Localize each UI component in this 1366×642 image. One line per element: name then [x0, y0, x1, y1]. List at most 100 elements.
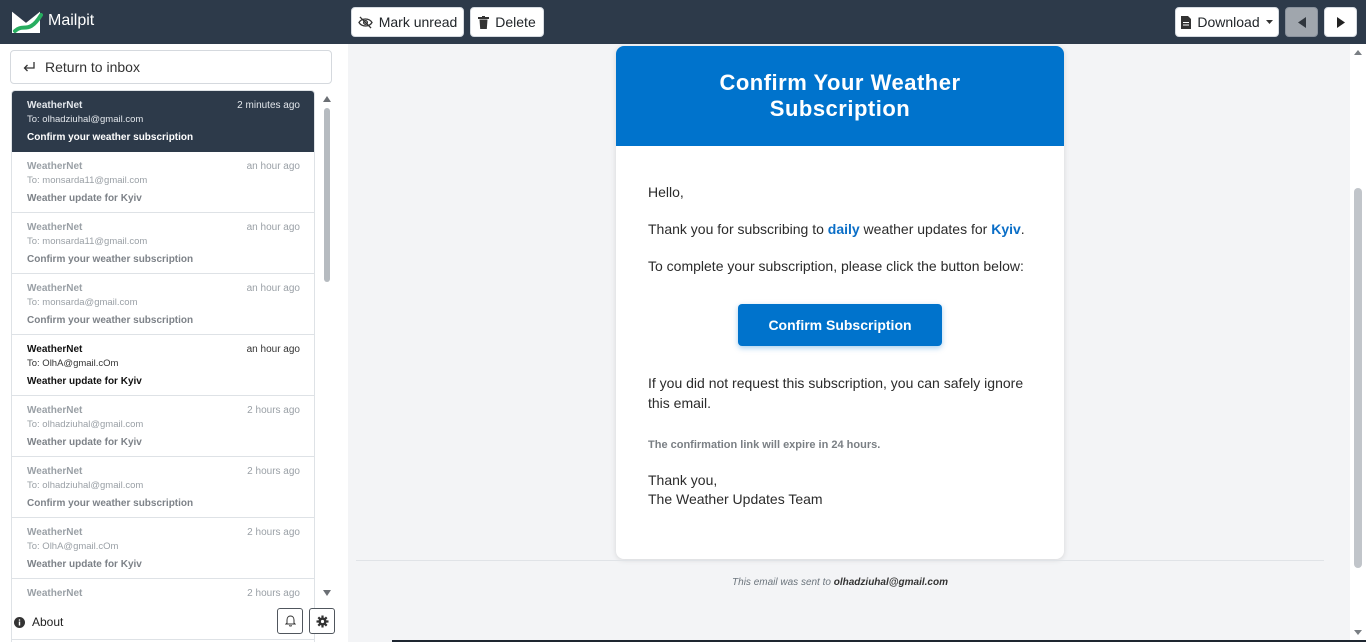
- message-recipient: To: olhadziuhal@gmail.com: [27, 114, 144, 125]
- message-time: 2 hours ago: [247, 588, 300, 599]
- message-time: an hour ago: [246, 283, 300, 294]
- triangle-left-icon: [1297, 16, 1306, 28]
- message-list-item[interactable]: WeatherNet 2 hours ago To: olhadziuhal@gma…: [12, 396, 314, 457]
- about-label: About: [32, 615, 64, 629]
- app-name[interactable]: Mailpit: [48, 12, 94, 30]
- bell-icon: [284, 615, 296, 627]
- top-bar: Mailpit Mark unread Delete Download: [0, 0, 1366, 44]
- message-sender: WeatherNet: [27, 222, 83, 233]
- mark-unread-button[interactable]: Mark unread: [351, 7, 464, 37]
- message-recipient: To: monsarda11@gmail.com: [27, 236, 148, 247]
- preview-scroll-up-arrow-icon[interactable]: [1354, 50, 1362, 55]
- city-highlight: Kyiv: [991, 221, 1021, 237]
- return-arrow-icon: [23, 61, 35, 71]
- confirm-subscription-button[interactable]: Confirm Subscription: [738, 304, 942, 346]
- message-time: 2 hours ago: [247, 405, 300, 416]
- email-greeting: Hello,: [648, 184, 684, 200]
- message-time: 2 hours ago: [247, 527, 300, 538]
- preview-scrollbar[interactable]: [1350, 44, 1366, 642]
- message-time: 2 hours ago: [247, 466, 300, 477]
- preview-divider: [356, 560, 1324, 561]
- message-sender: WeatherNet: [27, 283, 83, 294]
- message-sender: WeatherNet: [27, 100, 83, 111]
- email-expiry-note: The confirmation link will expire in 24 …: [648, 439, 881, 451]
- email-ignore-note: If you did not request this subscription…: [648, 375, 1024, 411]
- message-list-item[interactable]: WeatherNet an hour ago To: monsarda11@gmai…: [12, 213, 314, 274]
- email-preview: Confirm Your Weather Subscription Hello,…: [616, 46, 1064, 559]
- message-time: 2 minutes ago: [237, 100, 300, 111]
- email-signoff-line2: The Weather Updates Team: [648, 491, 823, 507]
- message-list-item[interactable]: WeatherNet 2 minutes ago To: olhadziuhal@g…: [12, 91, 314, 152]
- message-recipient: To: olhadziuhal@gmail.com: [27, 480, 144, 491]
- message-list-item[interactable]: WeatherNet an hour ago To: monsarda@gmail.…: [12, 274, 314, 335]
- delete-label: Delete: [495, 14, 536, 30]
- message-subject: Weather update for Kyiv: [27, 376, 142, 387]
- message-time: an hour ago: [246, 344, 300, 355]
- message-list-scrollbar[interactable]: [321, 94, 333, 604]
- message-subject: Confirm your weather subscription: [27, 132, 194, 143]
- thanks-middle-text: weather updates for: [859, 221, 992, 237]
- message-sender: WeatherNet: [27, 405, 83, 416]
- message-subject: Confirm your weather subscription: [27, 254, 194, 265]
- thanks-prefix-text: Thank you for subscribing to: [648, 221, 828, 237]
- sidebar: Return to inbox WeatherNet 2 minutes ago T…: [0, 44, 348, 642]
- message-time: an hour ago: [246, 222, 300, 233]
- eye-slash-icon: [357, 15, 373, 29]
- message-list: WeatherNet 2 minutes ago To: olhadziuhal@g…: [11, 90, 315, 642]
- download-dropdown-button[interactable]: Download: [1175, 7, 1279, 37]
- next-message-button[interactable]: [1324, 7, 1357, 37]
- recipient-footer: This email was sent to olhadziuhal@gmail…: [356, 577, 1324, 588]
- message-list-item[interactable]: WeatherNet 2 hours ago: [12, 579, 314, 640]
- scroll-up-arrow-icon[interactable]: [323, 96, 331, 102]
- message-subject: Weather update for Kyiv: [27, 193, 142, 204]
- delete-button[interactable]: Delete: [470, 7, 544, 37]
- frequency-highlight: daily: [827, 221, 860, 237]
- previous-message-button[interactable]: [1285, 7, 1318, 37]
- footer-prefix: This email was sent to: [732, 577, 834, 588]
- settings-button[interactable]: [309, 608, 335, 634]
- message-sender: WeatherNet: [27, 466, 83, 477]
- message-sender: WeatherNet: [27, 161, 83, 172]
- message-subject: Weather update for Kyiv: [27, 559, 142, 570]
- notifications-button[interactable]: [277, 608, 303, 634]
- email-instruction: To complete your subscription, please cl…: [648, 258, 1024, 274]
- message-time: an hour ago: [246, 161, 300, 172]
- message-recipient: To: OlhA@gmail.cOm: [27, 358, 119, 369]
- message-subject: Confirm your weather subscription: [27, 315, 194, 326]
- download-label: Download: [1197, 14, 1260, 30]
- message-list-item[interactable]: WeatherNet 2 hours ago To: olhadziuhal@gma…: [12, 457, 314, 518]
- message-list-item[interactable]: WeatherNet 2 hours ago To: OlhA@gmail.cOm W…: [12, 518, 314, 579]
- message-recipient: To: monsarda@gmail.com: [27, 297, 138, 308]
- mark-unread-label: Mark unread: [378, 14, 458, 30]
- gear-icon: [316, 615, 328, 627]
- message-sender: WeatherNet: [27, 527, 83, 538]
- about-link[interactable]: About: [14, 615, 63, 629]
- preview-scroll-down-arrow-icon[interactable]: [1354, 630, 1362, 635]
- message-subject: Weather update for Kyiv: [27, 437, 142, 448]
- email-header-banner: Confirm Your Weather Subscription: [616, 46, 1064, 146]
- message-subject: Confirm your weather subscription: [27, 498, 194, 509]
- message-recipient: To: monsarda11@gmail.com: [27, 175, 148, 186]
- footer-recipient: olhadziuhal@gmail.com: [833, 577, 948, 588]
- file-icon: [1181, 15, 1192, 29]
- scroll-down-arrow-icon[interactable]: [323, 590, 331, 596]
- scrollbar-thumb[interactable]: [324, 108, 330, 282]
- email-thanks-line: Thank you for subscribing to daily weath…: [648, 219, 1032, 239]
- email-signoff-line1: Thank you,: [648, 472, 718, 488]
- return-to-inbox-button[interactable]: Return to inbox: [10, 50, 332, 84]
- message-list-item[interactable]: WeatherNet an hour ago To: monsarda11@gmai…: [12, 152, 314, 213]
- info-circle-icon: [14, 616, 25, 628]
- triangle-right-icon: [1336, 16, 1345, 28]
- return-to-inbox-label: Return to inbox: [45, 59, 140, 75]
- message-recipient: To: OlhA@gmail.cOm: [27, 541, 119, 552]
- email-header-title: Confirm Your Weather Subscription: [719, 70, 961, 121]
- mailpit-logo-icon[interactable]: [9, 5, 43, 37]
- message-sender: WeatherNet: [27, 588, 83, 599]
- caret-down-icon: [1265, 20, 1273, 24]
- message-list-item[interactable]: WeatherNet an hour ago To: OlhA@gmail.cOm W…: [12, 335, 314, 396]
- thanks-suffix-text: .: [1020, 221, 1025, 237]
- preview-scrollbar-thumb[interactable]: [1354, 188, 1362, 568]
- message-recipient: To: olhadziuhal@gmail.com: [27, 419, 144, 430]
- message-sender: WeatherNet: [27, 344, 83, 355]
- trash-icon: [478, 15, 490, 29]
